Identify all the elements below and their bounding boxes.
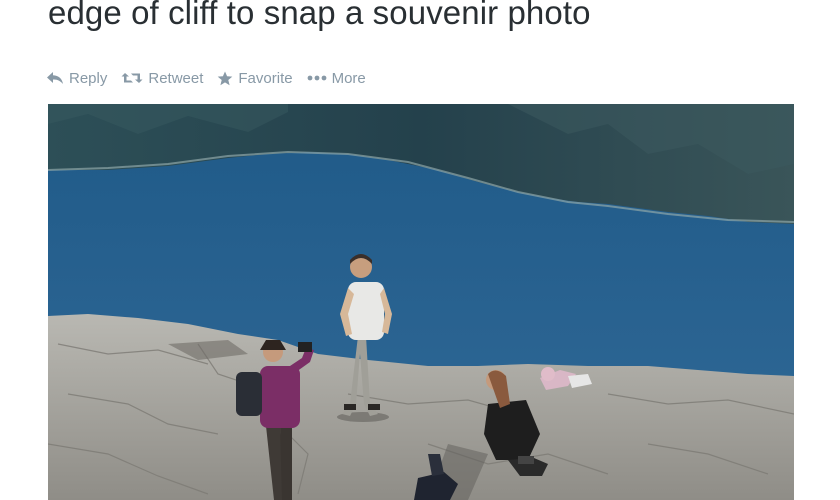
retweet-button[interactable]: Retweet (121, 70, 203, 87)
reply-icon (46, 71, 64, 85)
tweet-text: edge of cliff to snap a souvenir photo (48, 0, 591, 31)
reply-button[interactable]: Reply (46, 70, 107, 87)
tweet-actions: Reply Retweet Favorite More (46, 66, 380, 90)
retweet-label: Retweet (148, 69, 204, 87)
backpack (236, 372, 262, 416)
more-label: More (331, 69, 366, 87)
cliff-photo-illustration (48, 104, 794, 500)
more-button[interactable]: More (307, 70, 366, 87)
tweet-photo[interactable] (48, 104, 794, 500)
favorite-label: Favorite (238, 69, 293, 87)
retweet-icon (121, 71, 143, 85)
favorite-button[interactable]: Favorite (217, 69, 293, 87)
more-dots-icon (307, 74, 327, 82)
reply-label: Reply (69, 69, 108, 87)
star-icon (217, 71, 233, 86)
